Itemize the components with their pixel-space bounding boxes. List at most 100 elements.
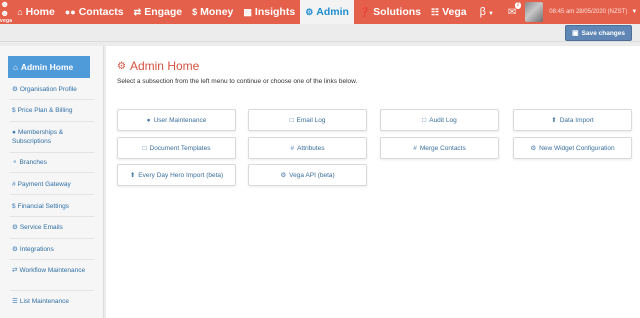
tile-label: User Maintenance	[153, 116, 207, 124]
users-icon: ●	[146, 116, 151, 124]
sidebar-item-label: Admin Home	[20, 62, 74, 72]
hash-icon: #	[12, 181, 16, 188]
dollar-icon: $	[12, 203, 16, 210]
tile-label: Email Log	[296, 116, 326, 124]
audit-log-link[interactable]: □ Audit Log	[380, 109, 499, 131]
bar-chart-icon: ▩	[243, 6, 252, 17]
sidebar-item-memberships[interactable]: ● Memberships & Subscriptions	[12, 128, 98, 146]
beta-menu[interactable]: β ▼	[472, 6, 502, 18]
tile-label: New Widget Configuration	[539, 144, 615, 152]
save-icon: ▣	[572, 30, 579, 37]
nav-vega[interactable]: ☷ Vega	[426, 0, 472, 24]
tile-label: Document Templates	[149, 144, 211, 152]
cogs-icon: ⚙	[280, 172, 287, 179]
list-icon: ☰	[12, 298, 18, 305]
document-icon: □	[422, 116, 427, 124]
sidebar-item-payment-gateway[interactable]: # Payment Gateway	[12, 180, 98, 189]
sidebar-item-label: Integrations	[19, 246, 54, 253]
sidebar-item-service-emails[interactable]: ⚙ Service Emails	[12, 223, 98, 232]
sidebar-item-label: Memberships & Subscriptions	[12, 129, 64, 145]
nav-insights-label: Insights	[254, 6, 296, 18]
upload-icon: ⬆	[551, 117, 557, 124]
sidebar: ⌂ Admin Home ⚙ Organisation Profile $ Pric…	[0, 46, 104, 318]
sidebar-item-label: List Maintenance	[19, 298, 69, 305]
users-icon: ●	[12, 129, 16, 136]
save-changes-button[interactable]: ▣ Save changes	[565, 25, 632, 41]
settings-icon: ⚙	[12, 224, 18, 231]
page-title-text: Admin Home	[129, 59, 200, 73]
sidebar-item-label: Organisation Profile	[19, 86, 77, 93]
question-circle-icon: ❓	[358, 6, 371, 17]
hash-icon: #	[290, 144, 295, 152]
document-icon: □	[289, 116, 294, 124]
page-subtitle: Select a subsection from the left menu t…	[117, 78, 358, 85]
vega-api-link[interactable]: ⚙ Vega API (beta)	[248, 164, 367, 186]
nav-admin[interactable]: ⚙ Admin	[300, 0, 354, 24]
top-nav: ☻☻ vega ⌂ Home ●● Contacts ⇄ Engage $ Money …	[0, 0, 640, 24]
nav-admin-label: Admin	[316, 6, 349, 18]
sidebar-divider	[10, 238, 94, 239]
tile-label: Data Import	[559, 116, 594, 124]
home-icon: ⌂	[17, 7, 23, 17]
exchange-icon: ⇄	[12, 267, 18, 274]
nav-money-label: Money	[200, 6, 234, 18]
merge-contacts-link[interactable]: # Merge Contacts	[380, 137, 499, 159]
sidebar-divider	[10, 194, 94, 195]
nav-money[interactable]: $ Money	[187, 0, 238, 24]
sidebar-divider	[10, 290, 94, 291]
action-bar: ▣ Save changes	[0, 24, 640, 42]
nav-home[interactable]: ⌂ Home	[12, 0, 60, 24]
dollar-icon: $	[12, 107, 16, 114]
sidebar-item-workflow-maintenance[interactable]: ⇄ Workflow Maintenance	[12, 266, 98, 275]
new-widget-configuration-link[interactable]: ⚙ New Widget Configuration	[513, 137, 632, 159]
document-icon: □	[142, 144, 147, 152]
settings-icon: ⚙	[12, 86, 18, 93]
sidebar-divider	[10, 216, 94, 217]
tile-label: Merge Contacts	[419, 144, 466, 152]
data-import-link[interactable]: ⬆ Data Import	[513, 109, 632, 131]
sidebar-item-integrations[interactable]: ⚙ Integrations	[12, 245, 98, 254]
tile-label: Every Day Hero Import (beta)	[138, 171, 224, 179]
cogs-icon: ⚙	[117, 60, 126, 72]
nav-home-label: Home	[25, 6, 55, 18]
nav-insights[interactable]: ▩ Insights	[238, 0, 300, 24]
sidebar-divider	[10, 172, 94, 173]
chevron-down-icon: ▼	[487, 11, 494, 17]
sidebar-item-financial-settings[interactable]: $ Financial Settings	[12, 202, 98, 211]
avatar[interactable]	[525, 2, 544, 22]
sidebar-item-label: Branches	[19, 159, 47, 166]
sidebar-item-label: Financial Settings	[17, 203, 69, 210]
page-title: ⚙ Admin Home	[117, 59, 199, 73]
logo-people-icon: ☻☻	[0, 0, 10, 18]
attributes-link[interactable]: # Attributes	[248, 137, 367, 159]
sidebar-item-list-maintenance[interactable]: ☰ List Maintenance	[12, 297, 98, 306]
cogs-icon: ⚙	[530, 145, 537, 152]
home-icon: ⌂	[13, 62, 18, 72]
current-datetime: 08:45 am 28/05/2020 (NZST)	[549, 9, 628, 15]
sidebar-item-label: Service Emails	[19, 224, 63, 231]
cogs-icon: ⚙	[305, 6, 314, 17]
nav-contacts[interactable]: ●● Contacts	[60, 0, 129, 24]
sidebar-divider	[10, 121, 94, 122]
nav-engage[interactable]: ⇄ Engage	[129, 0, 187, 24]
document-templates-link[interactable]: □ Document Templates	[117, 137, 236, 159]
email-log-link[interactable]: □ Email Log	[248, 109, 367, 131]
sidebar-item-label: Workflow Maintenance	[19, 267, 86, 274]
tile-label: Vega API (beta)	[289, 171, 335, 179]
main-content: ⚙ Admin Home Select a subsection from th…	[106, 46, 640, 318]
vega-logo[interactable]: ☻☻ vega	[0, 0, 12, 24]
sidebar-item-admin-home[interactable]: ⌂ Admin Home	[8, 56, 90, 78]
nav-solutions[interactable]: ❓ Solutions	[354, 0, 426, 24]
upload-icon: ⬆	[129, 172, 136, 179]
sidebar-item-price-plan-billing[interactable]: $ Price Plan & Billing	[12, 106, 98, 115]
user-menu-chevron-icon[interactable]: ▼	[631, 9, 640, 15]
sidebar-item-branches[interactable]: ⚬ Branches	[12, 158, 98, 167]
save-changes-label: Save changes	[581, 29, 625, 37]
nav-right: β ▼ ✉ 2 08:45 am 28/05/2020 (NZST) ▼	[472, 0, 640, 24]
every-day-hero-import-link[interactable]: ⬆ Every Day Hero Import (beta)	[117, 164, 236, 186]
inbox-button[interactable]: ✉ 2	[502, 1, 522, 18]
users-icon: ●●	[64, 7, 76, 17]
sidebar-item-label: Payment Gateway	[17, 181, 71, 188]
user-maintenance-link[interactable]: ● User Maintenance	[117, 109, 236, 131]
sidebar-item-organisation-profile[interactable]: ⚙ Organisation Profile	[12, 85, 98, 94]
